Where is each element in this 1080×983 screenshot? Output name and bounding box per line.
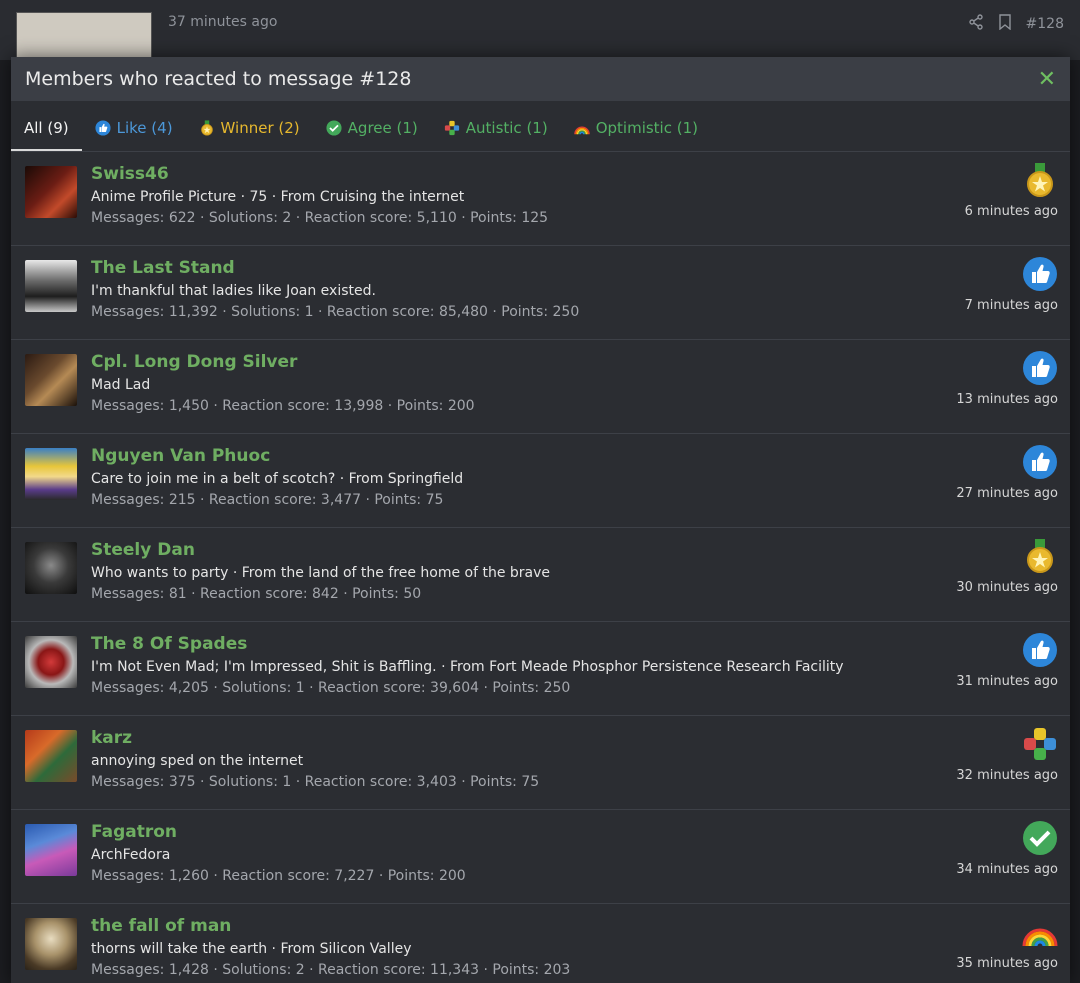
user-title: thorns will take the earth · From Silico… [91,941,412,957]
tab-all[interactable]: All (9) [11,119,82,151]
winner-icon [1022,538,1058,574]
close-icon[interactable]: ✕ [1038,67,1056,92]
autistic-icon [1022,726,1058,762]
list-item: Nguyen Van Phuoc Care to join me in a be… [11,434,1070,528]
user-title: annoying sped on the internet [91,753,304,769]
reactions-list: Swiss46 Anime Profile Picture · 75 · Fro… [11,152,1070,983]
post-number[interactable]: #128 [1026,16,1064,32]
avatar[interactable] [25,918,77,970]
reaction-time: 6 minutes ago [964,204,1058,219]
agree-icon [1022,820,1058,856]
user-stats: Messages: 215 · Reaction score: 3,477 · … [91,492,444,508]
avatar[interactable] [25,448,77,500]
tab-winner[interactable]: Winner (2) [186,119,313,151]
user-stats: Messages: 1,428 · Solutions: 2 · Reactio… [91,962,571,978]
reactions-modal: Members who reacted to message #128 ✕ Al… [11,57,1070,983]
like-icon [1022,256,1058,292]
user-stats: Messages: 622 · Solutions: 2 · Reaction … [91,210,549,226]
list-item: Fagatron ArchFedora Messages: 1,260 · Re… [11,810,1070,904]
avatar[interactable] [25,260,77,312]
tab-label: All (9) [24,119,69,137]
like-icon [1022,444,1058,480]
optimistic-icon [573,120,590,136]
user-title: Anime Profile Picture · 75 · From Cruisi… [91,189,465,205]
list-item: karz annoying sped on the internet Messa… [11,716,1070,810]
reaction-time: 13 minutes ago [956,392,1058,407]
user-stats: Messages: 4,205 · Solutions: 1 · Reactio… [91,680,571,696]
background-post: 37 minutes ago #128 [0,0,1080,62]
username[interactable]: Nguyen Van Phuoc [91,446,850,466]
user-title: I'm Not Even Mad; I'm Impressed, Shit is… [91,659,844,675]
avatar[interactable] [25,542,77,594]
tab-autistic[interactable]: Autistic (1) [431,119,561,151]
list-item: Steely Dan Who wants to party · From the… [11,528,1070,622]
avatar[interactable] [25,730,77,782]
username[interactable]: karz [91,728,850,748]
optimistic-icon [1022,914,1058,950]
share-icon[interactable] [968,14,984,34]
tab-label: Autistic (1) [465,119,548,137]
autistic-icon [444,120,460,136]
tab-label: Agree (1) [347,119,418,137]
username[interactable]: The Last Stand [91,258,850,278]
username[interactable]: Fagatron [91,822,850,842]
list-item: Swiss46 Anime Profile Picture · 75 · Fro… [11,152,1070,246]
list-item: Cpl. Long Dong Silver Mad Lad Messages: … [11,340,1070,434]
user-stats: Messages: 81 · Reaction score: 842 · Poi… [91,586,422,602]
like-icon [1022,632,1058,668]
like-icon [1022,350,1058,386]
background-post-thumbnail [16,12,152,62]
avatar[interactable] [25,166,77,218]
reaction-time: 27 minutes ago [956,486,1058,501]
list-item: The 8 Of Spades I'm Not Even Mad; I'm Im… [11,622,1070,716]
avatar[interactable] [25,824,77,876]
user-title: Who wants to party · From the land of th… [91,565,551,581]
reaction-tabs: All (9) Like (4) Winner (2) Agree (1) Au… [11,101,1070,152]
tab-label: Optimistic (1) [595,119,698,137]
avatar[interactable] [25,354,77,406]
avatar[interactable] [25,636,77,688]
reaction-time: 31 minutes ago [956,674,1058,689]
modal-title: Members who reacted to message #128 [25,68,412,90]
bookmark-icon[interactable] [998,14,1012,34]
winner-icon [199,120,215,136]
reaction-time: 34 minutes ago [956,862,1058,877]
tab-label: Like (4) [116,119,173,137]
user-title: ArchFedora [91,847,171,863]
like-icon [95,120,111,136]
tab-agree[interactable]: Agree (1) [313,119,431,151]
modal-header: Members who reacted to message #128 ✕ [11,57,1070,101]
username[interactable]: the fall of man [91,916,850,936]
reaction-time: 7 minutes ago [964,298,1058,313]
list-item: The Last Stand I'm thankful that ladies … [11,246,1070,340]
user-stats: Messages: 375 · Solutions: 1 · Reaction … [91,774,540,790]
background-post-time: 37 minutes ago [168,14,278,30]
winner-icon [1022,162,1058,198]
user-stats: Messages: 1,450 · Reaction score: 13,998… [91,398,475,414]
tab-optimistic[interactable]: Optimistic (1) [561,119,711,151]
username[interactable]: Cpl. Long Dong Silver [91,352,850,372]
tab-like[interactable]: Like (4) [82,119,186,151]
tab-label: Winner (2) [220,119,300,137]
user-title: I'm thankful that ladies like Joan exist… [91,283,376,299]
user-title: Care to join me in a belt of scotch? · F… [91,471,464,487]
username[interactable]: Swiss46 [91,164,850,184]
username[interactable]: The 8 Of Spades [91,634,850,654]
user-stats: Messages: 1,260 · Reaction score: 7,227 … [91,868,466,884]
username[interactable]: Steely Dan [91,540,850,560]
reaction-time: 32 minutes ago [956,768,1058,783]
reaction-time: 35 minutes ago [956,956,1058,971]
background-post-tools: #128 [968,14,1064,34]
agree-icon [326,120,342,136]
user-stats: Messages: 11,392 · Solutions: 1 · Reacti… [91,304,580,320]
list-item: the fall of man thorns will take the ear… [11,904,1070,983]
reaction-time: 30 minutes ago [956,580,1058,595]
user-title: Mad Lad [91,377,151,393]
